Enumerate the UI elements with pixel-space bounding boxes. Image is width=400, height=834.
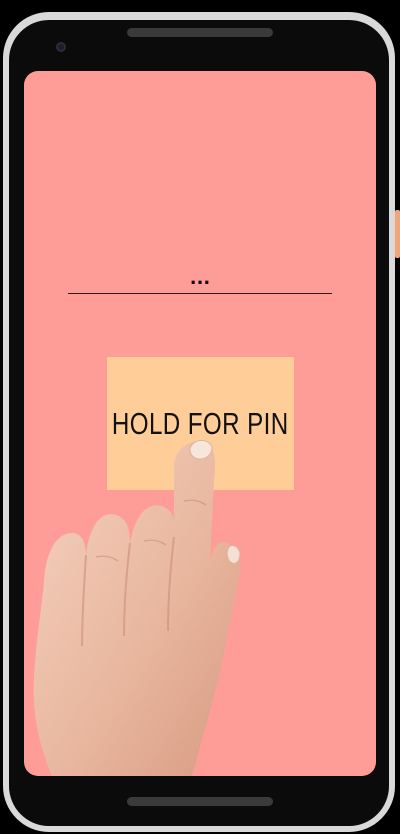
pin-underline [68, 293, 332, 294]
earpiece-speaker [127, 28, 273, 37]
hold-for-pin-button[interactable]: HOLD FOR PIN [107, 357, 294, 490]
hold-for-pin-label: HOLD FOR PIN [112, 405, 289, 441]
front-camera-icon [56, 42, 66, 52]
bottom-speaker [127, 797, 273, 806]
side-power-button [395, 210, 400, 258]
app-screen: ... HOLD FOR PIN [24, 71, 376, 776]
pin-display: ... [68, 266, 332, 296]
device-frame: ... HOLD FOR PIN [0, 0, 400, 834]
pin-masked-value: ... [189, 268, 211, 289]
